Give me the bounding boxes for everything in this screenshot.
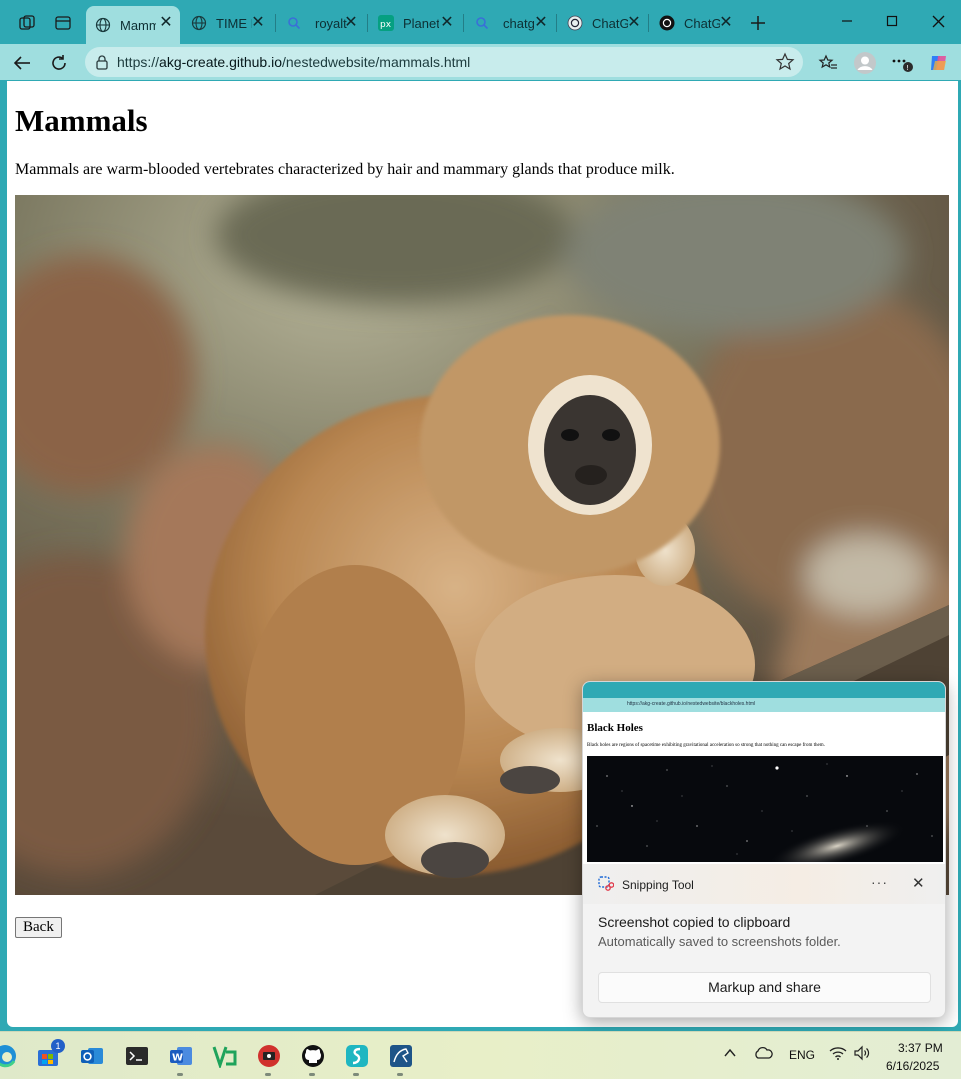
minimize-icon[interactable] [832, 8, 862, 34]
profile-avatar[interactable] [850, 48, 880, 78]
tab-actions-icon[interactable] [49, 9, 77, 37]
close-tab-icon[interactable]: ✕ [439, 15, 455, 31]
tab-royalty[interactable]: royalt ✕ [277, 6, 365, 40]
snipping-tool-icon [598, 876, 615, 897]
new-tab-icon[interactable] [744, 9, 772, 37]
word-icon[interactable]: W [167, 1042, 195, 1070]
close-tab-icon[interactable]: ✕ [533, 15, 549, 31]
browser-toolbar: https://akg-create.github.io/nestedwebsi… [0, 44, 961, 80]
tab-mammals[interactable]: Mamm ✕ [86, 6, 180, 44]
edge-icon[interactable] [0, 1042, 18, 1070]
url-path: /nestedwebsite/mammals.html [282, 54, 471, 70]
toast-close-icon[interactable]: ✕ [912, 874, 925, 892]
toast-header: Snipping Tool ··· ✕ [583, 864, 945, 904]
notification-badge: 1 [51, 1039, 65, 1053]
refresh-icon[interactable] [44, 48, 74, 78]
svg-text:!: ! [906, 64, 909, 72]
chatgpt-icon [566, 14, 584, 32]
terminal-icon[interactable] [123, 1042, 151, 1070]
preview-starfield-image [587, 756, 943, 862]
search-icon [473, 14, 491, 32]
maximize-icon[interactable] [877, 8, 907, 34]
toast-message: Screenshot copied to clipboard [598, 914, 791, 930]
address-bar[interactable]: https://akg-create.github.io/nestedwebsi… [85, 47, 803, 77]
back-button[interactable]: Back [15, 917, 62, 938]
running-indicator [265, 1073, 271, 1076]
tab-separator [463, 14, 464, 32]
taskbar: 1 W ENG 3:37 PM 6/16/2025 [0, 1031, 961, 1079]
tab-time[interactable]: TIME I ✕ [182, 6, 272, 40]
tab-chatgpt-2[interactable]: ChatG ✕ [650, 6, 740, 40]
preview-title: Black Holes [587, 722, 643, 734]
preview-tab-strip [583, 682, 945, 698]
url-prefix: https:// [117, 54, 160, 70]
tab-title: Mamm [120, 17, 156, 33]
snipping-tool-notification[interactable]: https://akg-create.github.io/nestedwebsi… [582, 681, 946, 1018]
close-tab-icon[interactable]: ✕ [626, 15, 642, 31]
running-indicator [309, 1073, 315, 1076]
clock-time[interactable]: 3:37 PM [898, 1041, 943, 1055]
favorite-star-icon[interactable] [775, 52, 795, 77]
markup-and-share-button[interactable]: Markup and share [598, 972, 931, 1003]
back-arrow-icon[interactable] [7, 48, 37, 78]
clock-date[interactable]: 6/16/2025 [886, 1059, 939, 1073]
page-description: Mammals are warm-blooded vertebrates cha… [15, 161, 675, 178]
preview-url: https://akg-create.github.io/nestedwebsi… [627, 701, 756, 707]
more-options-icon[interactable]: ! [887, 48, 917, 78]
toast-more-options-icon[interactable]: ··· [871, 874, 888, 890]
search-icon [285, 14, 303, 32]
tab-chatgpt-1[interactable]: ChatG ✕ [558, 6, 648, 40]
tab-separator [556, 14, 557, 32]
surfshark-icon[interactable] [343, 1042, 371, 1070]
close-tab-icon[interactable]: ✕ [343, 15, 359, 31]
running-indicator [177, 1073, 183, 1076]
github-icon[interactable] [299, 1042, 327, 1070]
svg-text:px: px [380, 20, 392, 30]
tab-title: ChatG [592, 15, 628, 31]
close-window-icon[interactable] [923, 8, 953, 34]
tab-chatgpt-search[interactable]: chatg ✕ [465, 6, 555, 40]
toast-app-name: Snipping Tool [622, 878, 694, 892]
globe-icon [190, 14, 208, 32]
screenshot-preview[interactable]: https://akg-create.github.io/nestedwebsi… [583, 682, 945, 864]
visio-icon[interactable] [211, 1042, 239, 1070]
onedrive-icon[interactable] [753, 1046, 773, 1063]
url-host: akg-create.github.io [159, 54, 282, 70]
workspaces-icon[interactable] [13, 9, 41, 37]
chevron-up-icon[interactable] [723, 1046, 737, 1063]
lock-icon[interactable] [95, 54, 109, 75]
tab-strip: Mamm ✕ TIME I ✕ royalt ✕ px Planet ✕ cha… [0, 0, 961, 44]
svg-text:W: W [172, 1053, 183, 1064]
mysql-workbench-icon[interactable] [387, 1042, 415, 1070]
volume-icon[interactable] [853, 1045, 871, 1064]
tab-separator [275, 14, 276, 32]
copilot-icon[interactable] [924, 48, 954, 78]
preview-address-bar: https://akg-create.github.io/nestedwebsi… [583, 698, 945, 712]
running-indicator [353, 1073, 359, 1076]
running-indicator [397, 1073, 403, 1076]
preview-description: Black holes are regions of spacetime exh… [587, 743, 825, 748]
page-title: Mammals [15, 103, 148, 138]
globe-icon [94, 16, 112, 34]
tab-title: ChatG [684, 15, 720, 31]
toast-submessage: Automatically saved to screenshots folde… [598, 934, 841, 949]
favorites-icon[interactable] [813, 48, 843, 78]
url-text[interactable]: https://akg-create.github.io/nestedwebsi… [117, 54, 470, 70]
close-tab-icon[interactable]: ✕ [250, 15, 266, 31]
tab-separator [367, 14, 368, 32]
close-tab-icon[interactable]: ✕ [718, 15, 734, 31]
tab-separator [648, 14, 649, 32]
tab-title: Planet [403, 15, 439, 31]
pexels-icon: px [377, 14, 395, 32]
tab-title: TIME I [216, 15, 252, 31]
wifi-icon[interactable] [829, 1045, 847, 1064]
openai-icon [658, 14, 676, 32]
language-indicator[interactable]: ENG [789, 1048, 815, 1062]
tab-planet[interactable]: px Planet ✕ [369, 6, 461, 40]
outlook-icon[interactable] [78, 1042, 106, 1070]
close-tab-icon[interactable]: ✕ [158, 15, 174, 31]
screen-recorder-icon[interactable] [255, 1042, 283, 1070]
